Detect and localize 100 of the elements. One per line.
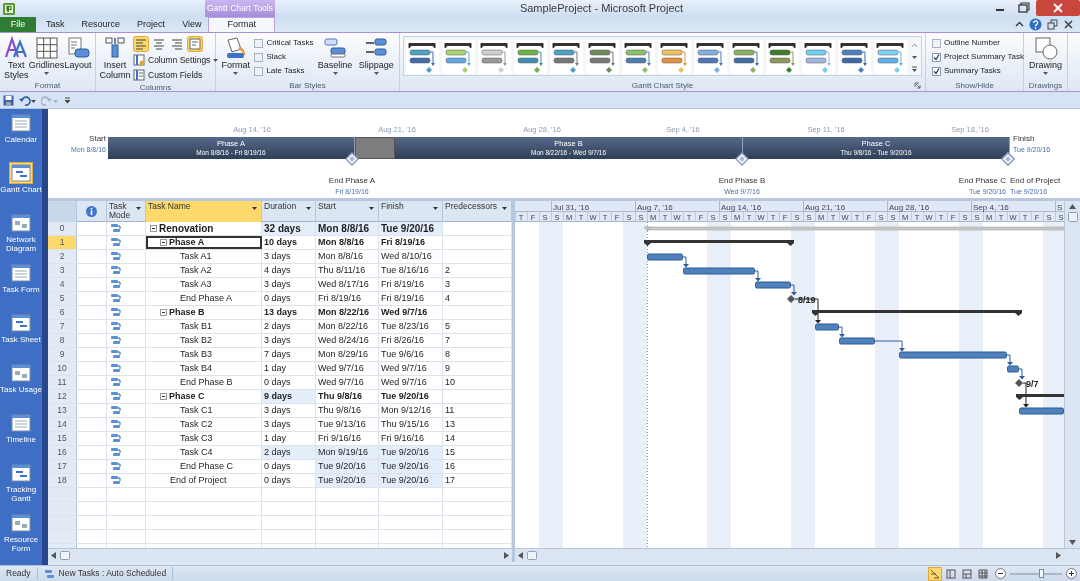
scroll-up-icon[interactable] xyxy=(1069,204,1076,209)
bar-style-thumbnail[interactable] xyxy=(622,40,655,74)
view-button[interactable]: Gantt Chart xyxy=(0,159,42,209)
status-text: Ready xyxy=(0,567,38,580)
checkbox[interactable] xyxy=(932,66,941,76)
task-bar xyxy=(815,323,839,331)
scroll-left-icon[interactable] xyxy=(518,552,523,559)
filter-arrow-icon[interactable] xyxy=(433,207,438,210)
view-button[interactable]: Task Sheet xyxy=(0,309,42,359)
view-shortcut-icon[interactable] xyxy=(928,566,942,581)
checkbox-label: Summary Tasks xyxy=(944,65,1001,77)
checkbox[interactable] xyxy=(254,52,264,62)
view-button[interactable]: Tracking Gantt xyxy=(0,459,42,509)
insert-column-button[interactable]: Insert Column xyxy=(99,36,131,80)
filter-arrow-icon[interactable] xyxy=(306,207,311,210)
filter-arrow-icon[interactable] xyxy=(252,207,257,210)
collapse-icon[interactable] xyxy=(150,225,157,232)
view-button[interactable]: Timeline xyxy=(0,409,42,459)
view-icon xyxy=(10,113,32,133)
vertical-scrollbar[interactable] xyxy=(1064,201,1080,548)
view-shortcut-icon[interactable] xyxy=(976,566,990,581)
bar-style-thumbnail[interactable] xyxy=(838,40,871,74)
save-icon[interactable] xyxy=(3,94,14,106)
task-name: Task A3 xyxy=(180,278,212,291)
zoom-slider-track[interactable] xyxy=(1010,572,1062,575)
ribbon-tab[interactable]: Task xyxy=(39,17,72,32)
restore-window-icon[interactable] xyxy=(1047,19,1058,30)
view-button[interactable]: Calendar xyxy=(0,109,42,159)
bar-style-thumbnail[interactable] xyxy=(874,40,907,74)
bar-style-thumbnail[interactable] xyxy=(730,40,763,74)
checkbox[interactable] xyxy=(254,38,264,48)
align-center-button[interactable] xyxy=(151,36,167,52)
filter-arrow-icon[interactable] xyxy=(136,207,141,210)
new-tasks-mode-button[interactable]: New Tasks : Auto Scheduled xyxy=(37,567,174,580)
view-button[interactable]: Task Form xyxy=(0,259,42,309)
bar-style-thumbnail[interactable] xyxy=(514,40,547,74)
ribbon-tab[interactable]: Resource xyxy=(74,17,128,32)
scroll-right-icon[interactable] xyxy=(1056,552,1061,559)
scroll-thumb[interactable] xyxy=(1067,212,1078,222)
bar-style-thumbnail[interactable] xyxy=(478,40,511,74)
bar-style-thumbnail[interactable] xyxy=(766,40,799,74)
view-button[interactable]: Network Diagram xyxy=(0,209,42,259)
view-button[interactable]: Task Usage xyxy=(0,359,42,409)
collapse-icon[interactable] xyxy=(160,309,167,316)
scroll-left-icon[interactable] xyxy=(51,552,56,559)
collapse-ribbon-icon[interactable] xyxy=(1015,20,1024,29)
scroll-thumb[interactable] xyxy=(527,551,537,560)
bar-style-thumbnail[interactable] xyxy=(550,40,583,74)
bar-style-thumbnail[interactable] xyxy=(658,40,691,74)
zoom-out-icon[interactable] xyxy=(995,568,1006,579)
checkbox[interactable] xyxy=(254,66,264,76)
layout-button[interactable]: Layout xyxy=(63,36,93,70)
close-window-icon[interactable] xyxy=(1063,19,1074,30)
dialog-launcher-icon[interactable] xyxy=(914,82,921,89)
more-styles-icon[interactable] xyxy=(910,63,919,75)
drawing-button[interactable]: Drawing xyxy=(1027,36,1064,75)
wrap-text-button[interactable] xyxy=(187,36,203,52)
filter-arrow-icon[interactable] xyxy=(369,207,374,210)
column-header[interactable]: Task Name xyxy=(146,201,262,222)
ribbon-tab[interactable]: File xyxy=(0,17,37,32)
custom-fields-button[interactable]: Custom Fields xyxy=(133,68,219,82)
gridlines-button[interactable]: Gridlines xyxy=(31,36,62,75)
horizontal-scrollbar[interactable] xyxy=(48,548,512,562)
column-settings-button[interactable]: Column Settings xyxy=(133,53,219,67)
horizontal-scrollbar[interactable] xyxy=(515,548,1080,562)
close-button[interactable] xyxy=(1036,0,1080,16)
checkbox[interactable] xyxy=(932,38,941,48)
checkbox[interactable] xyxy=(932,52,941,62)
format-button[interactable]: Format xyxy=(219,36,253,75)
text-styles-button[interactable]: Text Styles xyxy=(3,36,30,80)
bar-style-thumbnail[interactable] xyxy=(406,40,439,74)
info-icon xyxy=(86,206,97,217)
bar-style-thumbnail[interactable] xyxy=(586,40,619,74)
undo-icon[interactable] xyxy=(19,94,36,106)
collapse-icon[interactable] xyxy=(160,393,167,400)
bar-style-thumbnail[interactable] xyxy=(802,40,835,74)
filter-arrow-icon[interactable] xyxy=(502,207,507,210)
zoom-slider-thumb[interactable] xyxy=(1039,568,1045,578)
slippage-button[interactable]: Slippage xyxy=(356,36,396,75)
dependency-arrow xyxy=(754,270,761,282)
ribbon-tab[interactable]: Format xyxy=(208,17,275,32)
task-name: End Phase B xyxy=(180,376,233,389)
customize-toolbar-icon[interactable] xyxy=(63,94,72,106)
scroll-down-icon[interactable] xyxy=(1069,540,1076,545)
bar-style-thumbnail[interactable] xyxy=(694,40,727,74)
align-right-button[interactable] xyxy=(169,36,185,52)
text-styles-icon xyxy=(4,36,29,60)
view-shortcut-icon[interactable] xyxy=(960,566,974,581)
bar-style-thumbnail[interactable] xyxy=(442,40,475,74)
view-button[interactable]: Resource Form xyxy=(0,509,42,559)
collapse-icon[interactable] xyxy=(160,239,167,246)
baseline-button[interactable]: Baseline xyxy=(315,36,355,75)
finish-cell: Wed 8/10/16 xyxy=(379,250,443,263)
zoom-in-icon[interactable] xyxy=(1066,568,1077,579)
help-icon[interactable] xyxy=(1029,18,1042,31)
scroll-thumb[interactable] xyxy=(60,551,70,560)
view-shortcut-icon[interactable] xyxy=(944,566,958,581)
scroll-right-icon[interactable] xyxy=(504,552,509,559)
ribbon-tab[interactable]: View xyxy=(175,17,209,32)
ribbon-tab[interactable]: Project xyxy=(130,17,173,32)
